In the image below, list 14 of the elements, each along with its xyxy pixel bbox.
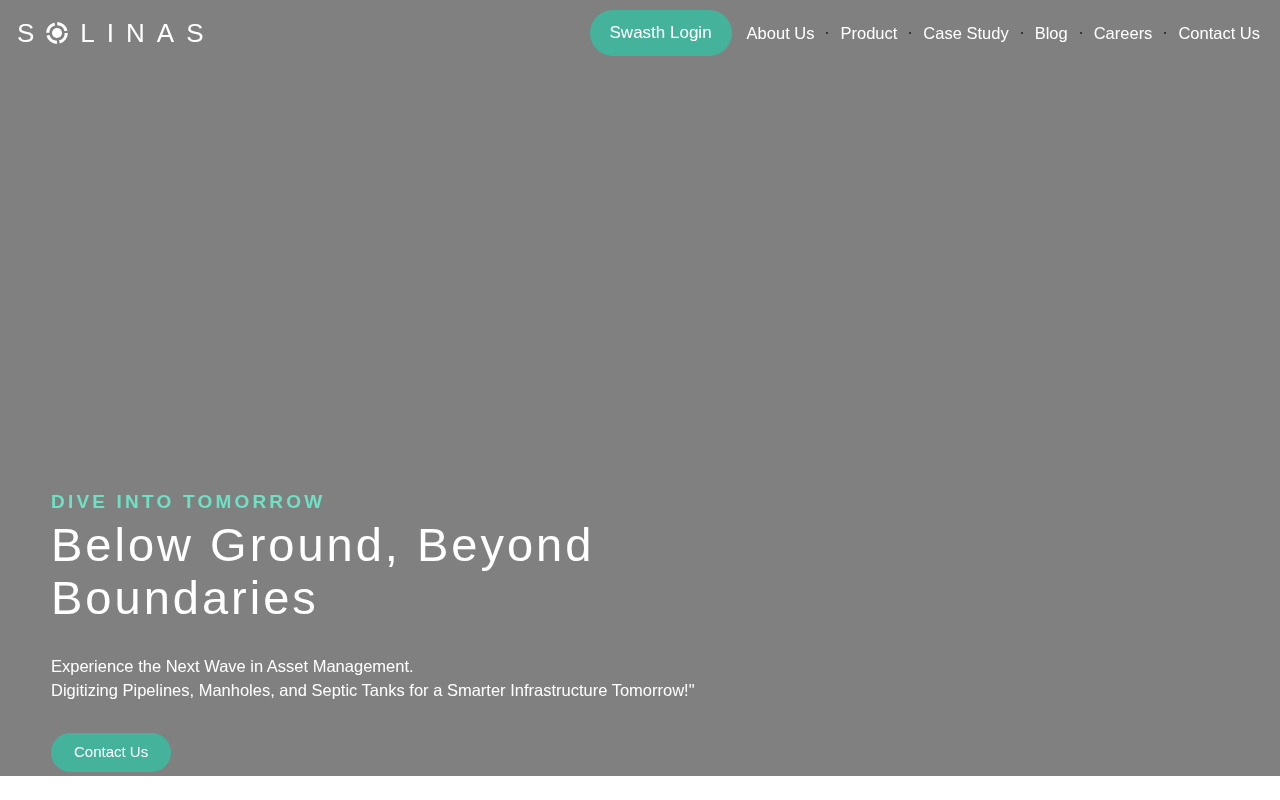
hero-eyebrow: DIVE INTO TOMORROW bbox=[51, 491, 327, 513]
contact-button[interactable]: Contact Us bbox=[51, 733, 172, 772]
nav-link[interactable]: Blog bbox=[1034, 20, 1068, 46]
nav-link[interactable]: Careers bbox=[1093, 20, 1153, 46]
nav-link[interactable]: Case Study bbox=[923, 20, 1009, 46]
login-button[interactable]: Swasth Login bbox=[589, 10, 732, 56]
nav-link[interactable]: Contact Us bbox=[1178, 20, 1260, 46]
hero-heading: Below Ground, Beyond Boundaries bbox=[51, 518, 596, 624]
nav-link[interactable]: About Us bbox=[746, 20, 815, 46]
nav-link[interactable]: Product bbox=[840, 20, 898, 46]
logo-text: S bbox=[17, 20, 35, 46]
hero-description: Experience the Next Wave in Asset Management. Digitizing Pipelines, Manholes, and Septic Tanks for a Smarter Infrastructure Tomorrow!" bbox=[51, 656, 696, 701]
logo-text: LINAS bbox=[80, 20, 216, 46]
logo-ring-icon bbox=[46, 22, 69, 44]
